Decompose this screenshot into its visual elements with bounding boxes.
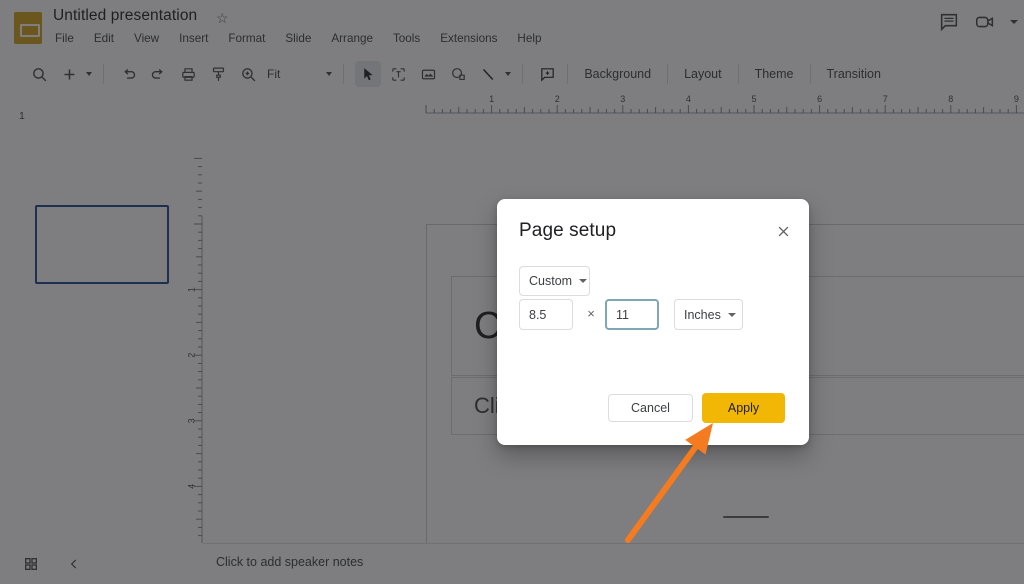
chevron-down-icon: [728, 313, 736, 317]
page-width-input[interactable]: 8.5: [519, 299, 573, 330]
dimension-multiply-symbol: ×: [583, 306, 599, 321]
page-setup-dialog: Page setup Custom 8.5 × 11 Inches Cancel…: [497, 199, 809, 445]
cancel-button[interactable]: Cancel: [608, 394, 693, 422]
page-height-value: 11: [616, 308, 629, 322]
apply-button[interactable]: Apply: [702, 393, 785, 423]
page-height-input[interactable]: 11: [605, 299, 659, 330]
dialog-title: Page setup: [519, 220, 616, 242]
chevron-down-icon: [579, 279, 587, 283]
close-icon[interactable]: [771, 219, 795, 243]
page-size-preset-value: Custom: [529, 274, 572, 288]
page-width-value: 8.5: [529, 308, 546, 322]
page-units-value: Inches: [684, 308, 721, 322]
page-size-preset-select[interactable]: Custom: [519, 266, 590, 296]
page-units-select[interactable]: Inches: [674, 299, 743, 330]
google-slides-window: Untitled presentation ☆ File Edit View I…: [0, 0, 1024, 584]
